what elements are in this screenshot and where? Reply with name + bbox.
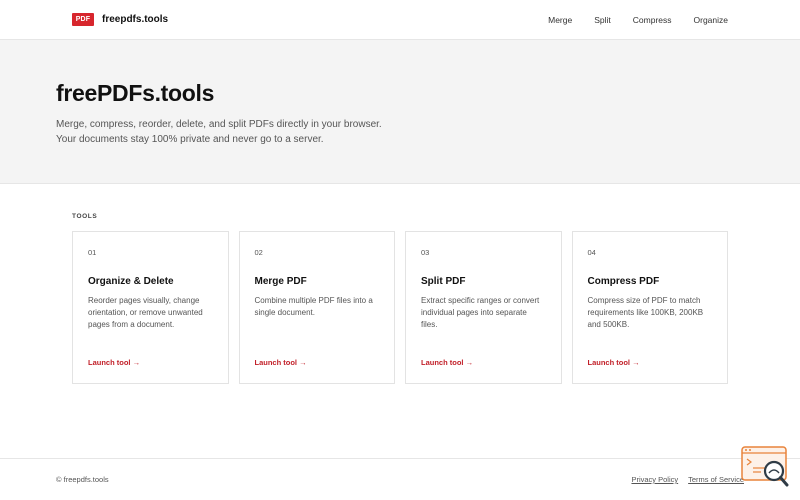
hero-description-line-2: Your documents stay 100% private and nev… <box>56 134 324 145</box>
card-description: Combine multiple PDF files into a single… <box>254 296 373 317</box>
card-title: Split PDF <box>421 276 466 287</box>
search-console-icon[interactable] <box>741 446 789 488</box>
site-header: PDF freepdfs.tools Merge Split Compress … <box>0 0 800 40</box>
card-number: 04 <box>587 248 596 257</box>
tool-card-split[interactable]: 03 Split PDF Extract specific ranges or … <box>405 231 562 384</box>
nav-merge-link[interactable]: Merge <box>548 15 572 25</box>
tool-card-merge[interactable]: 02 Merge PDF Combine multiple PDF files … <box>238 231 395 384</box>
card-description: Extract specific ranges or convert indiv… <box>421 296 540 329</box>
pdf-logo-badge[interactable]: PDF <box>72 13 94 26</box>
card-title: Merge PDF <box>254 276 307 287</box>
card-title: Organize & Delete <box>88 276 174 287</box>
hero-title: freePDFs.tools <box>56 80 215 106</box>
tools-section-label: TOOLS <box>72 213 98 220</box>
card-number: 03 <box>421 248 430 257</box>
tool-card-organize[interactable]: 01 Organize & Delete Reorder pages visua… <box>72 231 229 384</box>
privacy-policy-link[interactable]: Privacy Policy <box>631 475 678 484</box>
tool-card-compress[interactable]: 04 Compress PDF Compress size of PDF to … <box>571 231 728 384</box>
main-nav: Merge Split Compress Organize <box>548 15 728 25</box>
site-footer: © freepdfs.tools Privacy Policy Terms of… <box>0 458 800 500</box>
launch-organize-link[interactable]: Launch tool → <box>88 358 140 367</box>
nav-organize-link[interactable]: Organize <box>694 15 729 25</box>
footer-links: Privacy Policy Terms of Service <box>621 475 744 484</box>
card-description: Compress size of PDF to match requiremen… <box>587 296 704 329</box>
brand-name[interactable]: freepdfs.tools <box>102 14 168 25</box>
nav-compress-link[interactable]: Compress <box>633 15 672 25</box>
card-number: 01 <box>88 248 97 257</box>
launch-merge-link[interactable]: Launch tool → <box>255 358 307 367</box>
tool-cards: 01 Organize & Delete Reorder pages visua… <box>72 231 728 384</box>
launch-split-link[interactable]: Launch tool → <box>421 358 473 367</box>
launch-compress-link[interactable]: Launch tool → <box>588 358 640 367</box>
nav-split-link[interactable]: Split <box>594 15 611 25</box>
copyright-text: © freepdfs.tools <box>56 475 109 484</box>
tools-section: TOOLS 01 Organize & Delete Reorder pages… <box>0 184 800 384</box>
search-console-icon-graphic <box>741 446 789 487</box>
terms-of-service-link[interactable]: Terms of Service <box>688 475 744 484</box>
hero-section: freePDFs.tools Merge, compress, reorder,… <box>0 40 800 184</box>
hero-description-line-1: Merge, compress, reorder, delete, and sp… <box>56 119 382 130</box>
card-description: Reorder pages visually, change orientati… <box>88 296 203 329</box>
card-title: Compress PDF <box>587 276 660 287</box>
card-number: 02 <box>254 248 263 257</box>
